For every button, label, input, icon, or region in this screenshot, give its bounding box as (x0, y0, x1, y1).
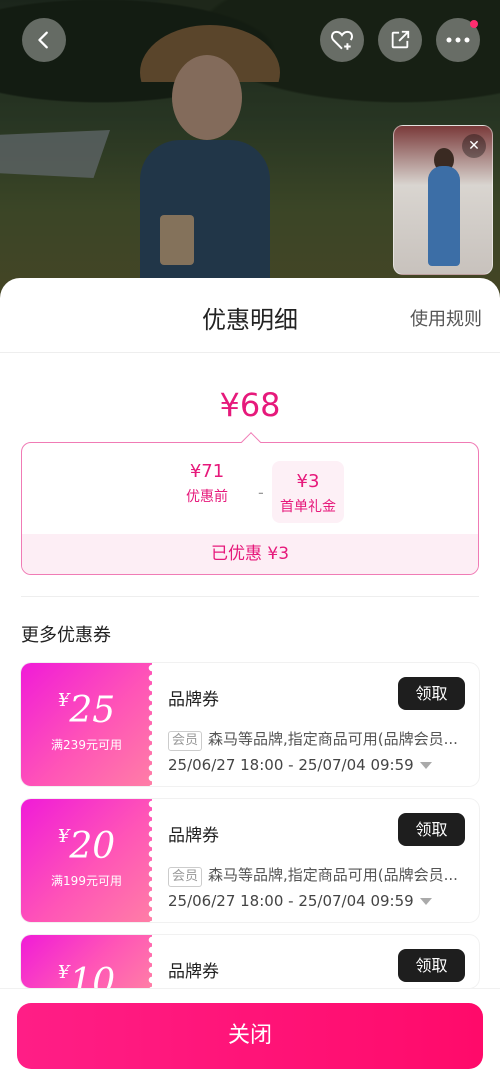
usage-rules-link[interactable]: 使用规则 (410, 305, 482, 331)
coupon-description-text: 森马等品牌,指定商品可用(品牌会员... (208, 866, 458, 884)
final-price: ¥68 (219, 386, 281, 424)
coupon-description-text: 森马等品牌,指定商品可用(品牌会员... (208, 730, 458, 748)
coupon-value-panel: ¥20 满199元可用 (21, 799, 157, 922)
original-price-label: 优惠前 (186, 489, 228, 505)
more-button[interactable] (436, 18, 480, 62)
coupon-description: 会员 森马等品牌,指定商品可用(品牌会员... (168, 864, 468, 887)
back-button[interactable] (22, 18, 66, 62)
breakdown-pointer (241, 432, 261, 452)
first-order-gift: ¥3 首单礼金 (272, 461, 344, 523)
member-tag: 会员 (168, 867, 203, 887)
gift-amount: ¥3 (296, 471, 320, 492)
gift-label: 首单礼金 (280, 499, 336, 515)
coupon-perforation (147, 935, 157, 988)
coupon-condition: 满239元可用 (51, 738, 122, 752)
coupon-value: ¥20 (21, 825, 152, 869)
saved-amount: 已优惠 ¥3 (22, 534, 478, 574)
original-price-amount: ¥71 (189, 461, 225, 482)
close-video-button[interactable]: ✕ (462, 134, 486, 158)
discount-detail-sheet: 优惠明细 使用规则 ¥68 ¥71 优惠前 - ¥3 首单礼金 已优惠 ¥3 更… (0, 278, 500, 1082)
coupon-amount: 10 (69, 962, 116, 988)
claim-button[interactable]: 领取 (398, 677, 465, 710)
favorite-button[interactable] (320, 18, 364, 62)
floating-video-player[interactable]: ✕ (393, 125, 493, 275)
claim-button[interactable]: 领取 (398, 949, 465, 982)
coupon-validity[interactable]: 25/06/27 18:00 - 25/07/04 09:59 (168, 756, 432, 774)
coupon-perforation (147, 663, 157, 786)
coupon-card: ¥25 满239元可用 品牌券 领取 会员 森马等品牌,指定商品可用(品牌会员..… (21, 663, 479, 786)
share-button[interactable] (378, 18, 422, 62)
caret-down-icon[interactable] (419, 762, 432, 769)
close-icon: ✕ (468, 138, 480, 154)
coupon-card: ¥10 品牌券 领取 (21, 935, 479, 988)
coupon-amount: 20 (69, 826, 116, 867)
share-icon (391, 30, 410, 49)
coupon-validity-text: 25/06/27 18:00 - 25/07/04 09:59 (168, 892, 414, 910)
coupon-condition: 满199元可用 (51, 874, 122, 888)
claim-button[interactable]: 领取 (398, 813, 465, 846)
close-button[interactable]: 关闭 (17, 1003, 483, 1069)
coupon-value-panel: ¥10 (21, 935, 157, 988)
coupon-amount: 25 (69, 690, 116, 731)
coupon-perforation (147, 799, 157, 922)
coupon-currency: ¥ (57, 962, 70, 983)
coupon-card: ¥20 满199元可用 品牌券 领取 会员 森马等品牌,指定商品可用(品牌会员..… (21, 799, 479, 922)
notification-dot (470, 20, 478, 28)
coupon-validity[interactable]: 25/06/27 18:00 - 25/07/04 09:59 (168, 892, 432, 910)
more-dots-icon (446, 37, 470, 43)
coupon-name: 品牌券 (168, 690, 219, 710)
more-coupons-title: 更多优惠券 (21, 625, 111, 646)
coupon-name: 品牌券 (168, 962, 219, 982)
heart-plus-icon (331, 30, 353, 50)
coupon-value: ¥10 (21, 961, 152, 988)
chevron-left-icon (38, 31, 48, 49)
minus-sign: - (258, 483, 264, 502)
bottom-action-bar: 关闭 (0, 988, 500, 1082)
caret-down-icon[interactable] (419, 898, 432, 905)
price-breakdown: ¥71 优惠前 - ¥3 首单礼金 已优惠 ¥3 (21, 432, 479, 575)
sheet-header: 优惠明细 使用规则 (0, 278, 500, 353)
coupon-value: ¥25 (21, 689, 152, 733)
coupon-description: 会员 森马等品牌,指定商品可用(品牌会员... (168, 728, 468, 751)
coupon-currency: ¥ (57, 826, 70, 847)
coupon-name: 品牌券 (168, 826, 219, 846)
coupon-validity-text: 25/06/27 18:00 - 25/07/04 09:59 (168, 756, 414, 774)
video-thumb-figure (428, 166, 460, 266)
original-price: ¥71 优惠前 (174, 461, 240, 507)
coupon-value-panel: ¥25 满239元可用 (21, 663, 157, 786)
section-divider (21, 596, 479, 597)
coupon-currency: ¥ (57, 690, 70, 711)
member-tag: 会员 (168, 731, 203, 751)
